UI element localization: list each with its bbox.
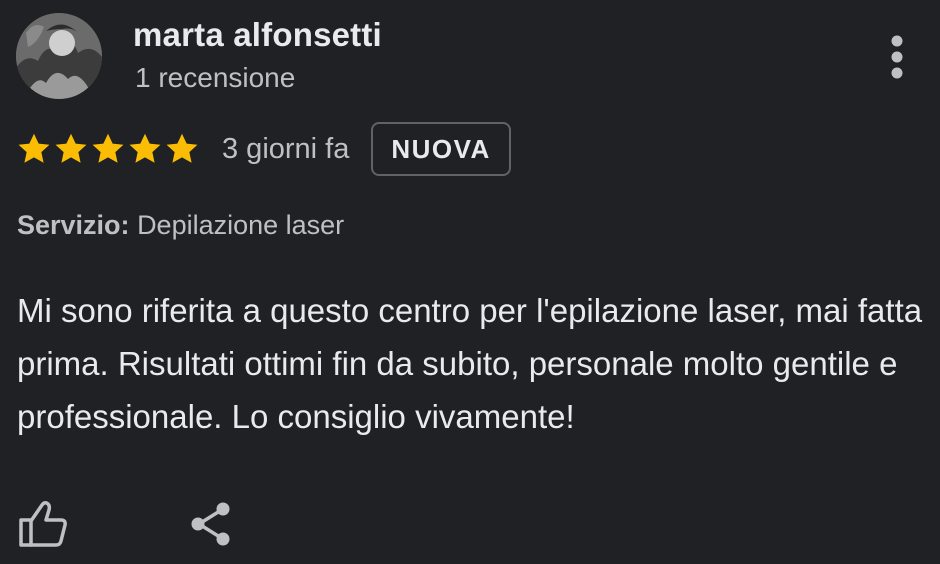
review-card: marta alfonsetti 1 recensione 3 giorni f… xyxy=(0,0,940,564)
new-badge: NUOVA xyxy=(371,122,511,176)
review-text: Mi sono riferita a questo centro per l'e… xyxy=(17,292,923,435)
star-icon xyxy=(129,133,161,163)
star-icon xyxy=(166,133,198,163)
review-time: 3 giorni fa xyxy=(222,132,350,165)
share-button[interactable] xyxy=(188,498,244,550)
author-review-count: 1 recensione xyxy=(135,62,296,93)
service-label: Servizio: xyxy=(17,210,130,240)
more-options-button[interactable] xyxy=(880,30,914,84)
more-vert-icon xyxy=(891,35,903,79)
thumbs-up-icon xyxy=(19,500,67,547)
star-icon xyxy=(18,133,50,163)
service-row: Servizio: Depilazione laser xyxy=(17,210,344,241)
like-button[interactable] xyxy=(18,498,74,550)
share-icon xyxy=(191,502,230,546)
rating-row: 3 giorni fa NUOVA xyxy=(16,120,511,178)
profile-photo-icon xyxy=(16,13,102,99)
star-rating xyxy=(16,131,200,167)
star-icon xyxy=(55,133,87,163)
author-name[interactable]: marta alfonsetti xyxy=(133,16,382,54)
service-value: Depilazione laser xyxy=(137,210,345,240)
review-actions xyxy=(18,498,244,550)
avatar[interactable] xyxy=(16,13,102,99)
star-icon xyxy=(92,133,124,163)
